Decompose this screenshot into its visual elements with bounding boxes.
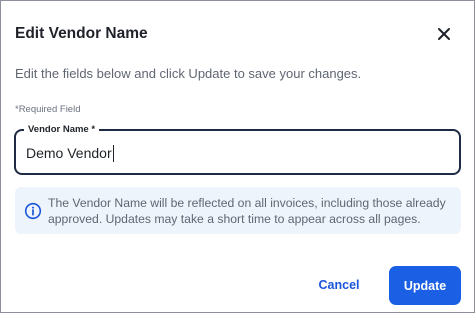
text-caret [112, 144, 114, 162]
vendor-name-field[interactable]: Vendor Name * Demo Vendor [14, 123, 461, 175]
update-button[interactable]: Update [389, 266, 461, 305]
cancel-button[interactable]: Cancel [307, 269, 371, 301]
vendor-name-value: Demo Vendor [26, 145, 112, 161]
info-banner: The Vendor Name will be reflected on all… [15, 187, 461, 234]
vendor-name-input[interactable]: Demo Vendor [26, 143, 446, 163]
info-text: The Vendor Name will be reflected on all… [48, 196, 446, 226]
vendor-name-label: Vendor Name * [24, 123, 100, 137]
edit-vendor-dialog: Edit Vendor Name Edit the fields below a… [0, 0, 475, 313]
dialog-description: Edit the fields below and click Update t… [15, 66, 362, 81]
close-icon[interactable] [434, 24, 454, 44]
required-field-note: *Required Field [15, 104, 81, 115]
info-icon [24, 202, 42, 220]
dialog-title: Edit Vendor Name [15, 25, 148, 42]
